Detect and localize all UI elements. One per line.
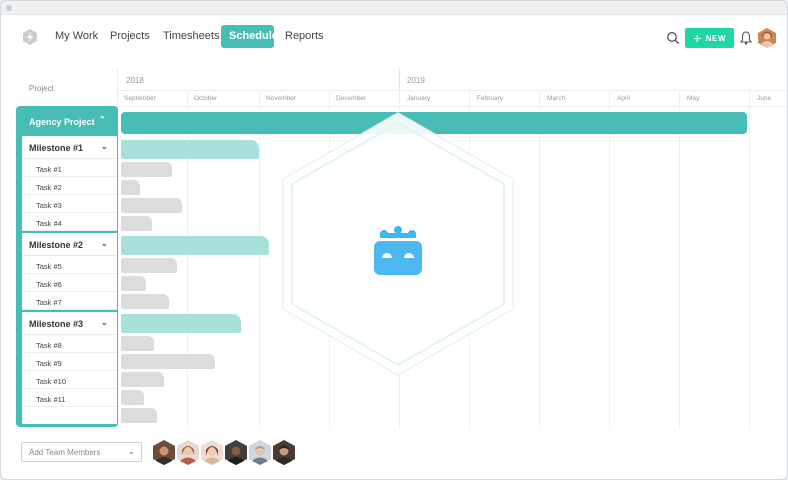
month-gridline bbox=[539, 90, 540, 429]
task-row[interactable]: Task #8 bbox=[22, 335, 117, 353]
milestone-name: Milestone #3 bbox=[29, 319, 84, 329]
new-button[interactable]: + NEW bbox=[685, 28, 734, 48]
task-name: Task #7 bbox=[36, 298, 62, 307]
chevron-down-icon: ⌄ bbox=[128, 447, 135, 456]
project-column-label: Project bbox=[29, 84, 54, 93]
month-label: March bbox=[547, 95, 566, 102]
task-name: Task #1 bbox=[36, 165, 62, 174]
month-label: June bbox=[757, 95, 772, 102]
milestone-bar[interactable] bbox=[121, 314, 241, 333]
nav-item-projects[interactable]: Projects bbox=[102, 25, 158, 48]
team-select-placeholder: Add Team Members bbox=[29, 448, 101, 457]
project-panel: Agency Project ⌃ Milestone #1 ⌄ Task #1 … bbox=[16, 106, 118, 427]
task-row[interactable]: Task #2 bbox=[22, 177, 117, 195]
milestone-bar[interactable] bbox=[121, 236, 269, 255]
header-divider bbox=[118, 90, 787, 91]
task-bar[interactable] bbox=[121, 198, 182, 213]
task-row[interactable]: Task #11 bbox=[22, 389, 117, 407]
task-bar[interactable] bbox=[121, 216, 152, 231]
task-name: Task #5 bbox=[36, 262, 62, 271]
header-divider bbox=[118, 106, 787, 107]
nav-item-reports[interactable]: Reports bbox=[277, 25, 332, 48]
month-label: February bbox=[477, 95, 504, 102]
project-name: Agency Project bbox=[29, 117, 95, 127]
member-avatar-3[interactable] bbox=[201, 440, 223, 465]
plus-icon: + bbox=[693, 30, 702, 46]
task-bar[interactable] bbox=[121, 372, 164, 387]
task-name: Task #2 bbox=[36, 183, 62, 192]
task-row[interactable]: Task #6 bbox=[22, 274, 117, 292]
task-bar[interactable] bbox=[121, 180, 140, 195]
member-avatar-2[interactable] bbox=[177, 440, 199, 465]
month-label: April bbox=[617, 95, 631, 102]
task-name: Task #6 bbox=[36, 280, 62, 289]
task-row[interactable]: Task #7 bbox=[22, 292, 117, 310]
nav-item-timesheets[interactable]: Timesheets bbox=[155, 25, 227, 48]
milestone-bar[interactable] bbox=[121, 140, 259, 159]
chevron-down-icon[interactable]: ⌄ bbox=[101, 318, 108, 327]
task-bar[interactable] bbox=[121, 276, 146, 291]
month-label: October bbox=[194, 95, 218, 102]
month-label: May bbox=[687, 95, 700, 102]
month-gridline bbox=[749, 90, 750, 429]
bell-icon[interactable] bbox=[740, 31, 752, 45]
add-team-members-select[interactable]: Add Team Members ⌄ bbox=[21, 442, 142, 462]
member-avatar-5[interactable] bbox=[249, 440, 271, 465]
month-label: January bbox=[407, 95, 431, 102]
window-titlebar bbox=[1, 1, 787, 15]
chevron-down-icon[interactable]: ⌄ bbox=[101, 239, 108, 248]
project-header[interactable]: Agency Project ⌃ bbox=[16, 106, 118, 136]
year-label-2019: 2019 bbox=[407, 76, 425, 85]
task-row[interactable]: Task #4 bbox=[22, 213, 117, 231]
milestone-list: Milestone #1 ⌄ Task #1 Task #2 Task #3 T… bbox=[22, 136, 117, 424]
month-gridline bbox=[609, 90, 610, 429]
year-label-2018: 2018 bbox=[126, 76, 144, 85]
task-bar[interactable] bbox=[121, 258, 177, 273]
search-icon[interactable] bbox=[666, 31, 680, 45]
top-nav: My Work Projects Timesheets Schedule Rep… bbox=[1, 15, 787, 61]
task-name: Task #11 bbox=[36, 395, 66, 404]
member-avatar-6[interactable] bbox=[273, 440, 295, 465]
chevron-down-icon[interactable]: ⌄ bbox=[101, 142, 108, 151]
task-bar[interactable] bbox=[121, 408, 157, 423]
task-row[interactable]: Task #10 bbox=[22, 371, 117, 389]
task-name: Task #9 bbox=[36, 359, 62, 368]
month-gridline bbox=[259, 90, 260, 429]
milestone-row[interactable]: Milestone #1 ⌄ bbox=[22, 136, 117, 159]
task-bar[interactable] bbox=[121, 162, 172, 177]
nav-item-schedule[interactable]: Schedule bbox=[221, 25, 278, 48]
milestone-name: Milestone #2 bbox=[29, 240, 84, 250]
user-avatar[interactable] bbox=[758, 28, 776, 48]
milestone-name: Milestone #1 bbox=[29, 143, 84, 153]
task-name: Task #4 bbox=[36, 219, 62, 228]
task-row[interactable]: Task #1 bbox=[22, 159, 117, 177]
new-button-label: NEW bbox=[705, 33, 726, 43]
app-window: My Work Projects Timesheets Schedule Rep… bbox=[0, 0, 788, 480]
milestone-row[interactable]: Milestone #2 ⌄ bbox=[22, 233, 117, 256]
task-bar[interactable] bbox=[121, 336, 154, 351]
logo-icon[interactable] bbox=[23, 29, 37, 45]
task-name: Task #10 bbox=[36, 377, 67, 386]
task-row[interactable]: Task #5 bbox=[22, 256, 117, 274]
task-row[interactable]: Task #3 bbox=[22, 195, 117, 213]
task-bar[interactable] bbox=[121, 354, 215, 369]
member-avatar-4[interactable] bbox=[225, 440, 247, 465]
month-label: December bbox=[336, 95, 366, 102]
month-label: September bbox=[124, 95, 156, 102]
task-name: Task #8 bbox=[36, 341, 62, 350]
month-gridline bbox=[679, 90, 680, 429]
member-avatar-1[interactable] bbox=[153, 440, 175, 465]
month-label: November bbox=[266, 95, 296, 102]
task-name: Task #3 bbox=[36, 201, 62, 210]
window-control-dot[interactable] bbox=[6, 5, 12, 11]
task-bar[interactable] bbox=[121, 294, 169, 309]
task-row[interactable]: Task #9 bbox=[22, 353, 117, 371]
milestone-row[interactable]: Milestone #3 ⌄ bbox=[22, 312, 117, 335]
task-bar[interactable] bbox=[121, 390, 144, 405]
nav-item-my-work[interactable]: My Work bbox=[47, 25, 106, 48]
year-divider bbox=[399, 69, 400, 91]
chevron-up-icon[interactable]: ⌃ bbox=[99, 115, 106, 124]
robot-icon bbox=[374, 226, 422, 275]
